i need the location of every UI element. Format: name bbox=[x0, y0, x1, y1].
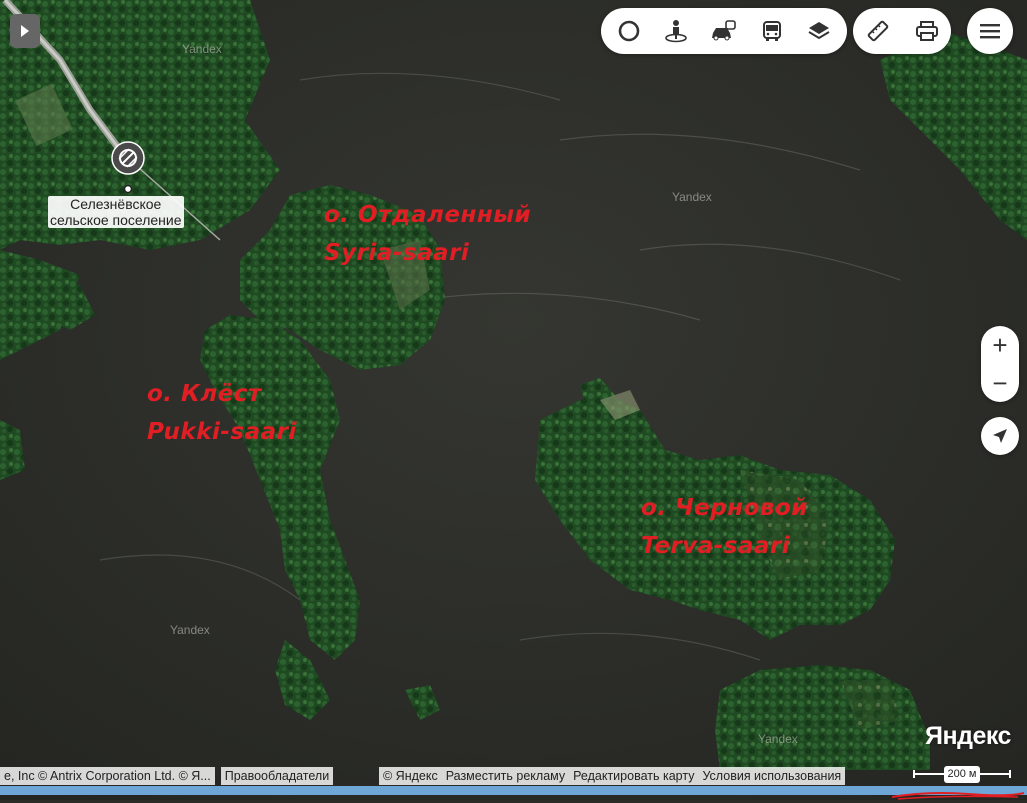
zoom-out-button[interactable]: − bbox=[981, 364, 1019, 402]
yandex-logo[interactable]: Яндекс bbox=[925, 722, 1011, 751]
settlement-marker-icon[interactable] bbox=[111, 141, 145, 175]
main-menu-button[interactable] bbox=[967, 8, 1013, 54]
scale-label: 200 м bbox=[944, 766, 980, 783]
layers-button[interactable] bbox=[796, 9, 842, 53]
panorama-person-icon bbox=[665, 20, 688, 43]
cars-button[interactable] bbox=[701, 9, 747, 53]
zoom-in-button[interactable]: + bbox=[981, 326, 1019, 364]
map-watermark: Yandex bbox=[182, 42, 222, 56]
location-arrow-icon bbox=[993, 429, 1007, 443]
zoom-control: + − bbox=[981, 326, 1019, 402]
settlement-label-line2: сельское поселение bbox=[50, 212, 182, 228]
edit-map-link[interactable]: Редактировать карту bbox=[569, 767, 699, 785]
menu-icon bbox=[980, 24, 1000, 39]
island-label-klest: о. Клёст Pukki-saari bbox=[147, 375, 297, 451]
map-tools-toolbar bbox=[853, 8, 951, 54]
red-scribble bbox=[891, 792, 1025, 800]
traffic-icon bbox=[618, 20, 640, 42]
footer-links: © Яндекс Разместить рекламу Редактироват… bbox=[379, 766, 846, 786]
sidebar-toggle-button[interactable] bbox=[10, 14, 40, 48]
traffic-button[interactable] bbox=[606, 9, 652, 53]
cars-icon bbox=[711, 20, 736, 41]
settlement-label[interactable]: Селезнёвское сельское поселение bbox=[48, 196, 184, 228]
print-button[interactable] bbox=[904, 9, 950, 53]
terms-link[interactable]: Условия использования bbox=[698, 767, 846, 785]
settlement-label-line1: Селезнёвское bbox=[70, 196, 162, 212]
island-name-fi: Syria-saari bbox=[324, 240, 470, 266]
map-watermark: Yandex bbox=[672, 190, 712, 204]
data-attribution: e, Inc © Antrix Corporation Ltd. © Я... bbox=[0, 767, 215, 785]
settlement-point-icon bbox=[123, 184, 133, 194]
attribution-bar: e, Inc © Antrix Corporation Ltd. © Я... … bbox=[0, 766, 334, 786]
play-arrow-icon bbox=[21, 25, 29, 37]
island-name-ru: о. Отдаленный bbox=[324, 202, 532, 228]
island-name-fi: Terva-saari bbox=[641, 533, 791, 559]
copyright-text: © Яндекс bbox=[379, 767, 442, 785]
island-label-otdalennyy: о. Отдаленный Syria-saari bbox=[324, 196, 531, 272]
island-name-ru: о. Черновой bbox=[641, 495, 808, 521]
transit-button[interactable] bbox=[749, 9, 795, 53]
advertise-link[interactable]: Разместить рекламу bbox=[441, 767, 570, 785]
island-name-fi: Pukki-saari bbox=[147, 419, 297, 445]
ruler-icon bbox=[867, 20, 888, 42]
bottom-link-bar bbox=[0, 786, 1027, 795]
island-name-ru: о. Клёст bbox=[147, 381, 262, 407]
island-label-chernovoy: о. Черновой Terva-saari bbox=[641, 489, 808, 565]
map-layers-toolbar bbox=[601, 8, 847, 54]
ruler-button[interactable] bbox=[855, 9, 901, 53]
printer-icon bbox=[915, 21, 938, 41]
rights-holders-link[interactable]: Правообладатели bbox=[220, 767, 334, 785]
geolocation-button[interactable] bbox=[981, 417, 1019, 455]
map-watermark: Yandex bbox=[758, 732, 798, 746]
map-watermark: Yandex bbox=[170, 623, 210, 637]
layers-icon bbox=[808, 22, 830, 40]
panorama-button[interactable] bbox=[653, 9, 699, 53]
transit-bus-icon bbox=[762, 21, 781, 41]
